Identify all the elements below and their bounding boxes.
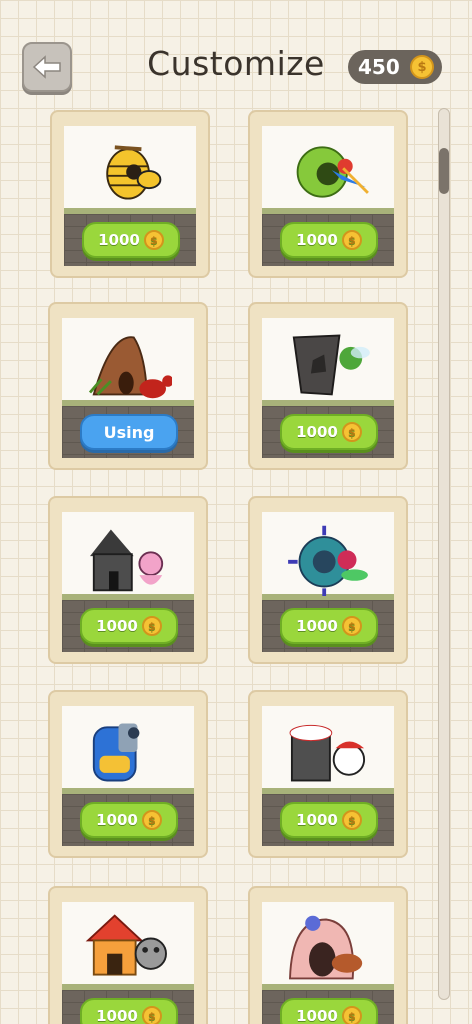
shop-item-card[interactable]: 1000 $ [248, 690, 408, 858]
trash-bag-fly-icon [292, 334, 370, 396]
space-pod-icon [288, 525, 368, 596]
price-label: 1000 [96, 617, 138, 635]
shop-item-card[interactable]: Using [48, 302, 208, 470]
shop-item-card[interactable]: 1000 $ [248, 110, 408, 278]
price-label: 1000 [296, 1007, 338, 1024]
item-grid: 1000 $1000 $ Using 1000 $1000 $1000 $1000 $1000 $… [0, 0, 472, 1024]
shop-item-card[interactable]: 1000 $ [48, 886, 208, 1024]
haunted-house-icon [90, 529, 164, 592]
buy-button[interactable]: 1000 $ [80, 608, 178, 644]
price-label: 1000 [98, 231, 140, 249]
anthill-ant-icon [88, 336, 172, 399]
item-preview: 1000 $ [262, 902, 394, 1024]
coin-icon: $ [341, 1006, 362, 1024]
shop-item-card[interactable]: 1000 $ [50, 110, 210, 278]
price-label: 1000 [96, 811, 138, 829]
price-label: 1000 [296, 617, 338, 635]
coin-icon: $ [143, 230, 164, 250]
backpack-icon [92, 723, 140, 782]
buy-button[interactable]: 1000 $ [280, 222, 378, 258]
shop-item-card[interactable]: 1000 $ [248, 302, 408, 470]
item-preview: 1000 $ [64, 126, 196, 266]
using-button[interactable]: Using [80, 414, 178, 450]
price-label: 1000 [296, 811, 338, 829]
buy-button[interactable]: 1000 $ [80, 802, 178, 838]
coin-icon: $ [141, 1006, 162, 1024]
buy-button[interactable]: 1000 $ [82, 222, 180, 258]
price-label: 1000 [296, 423, 338, 441]
price-label: 1000 [96, 1007, 138, 1024]
buy-button[interactable]: 1000 $ [80, 998, 178, 1024]
item-preview: Using [62, 318, 194, 458]
item-preview: 1000 $ [62, 706, 194, 846]
item-preview: 1000 $ [262, 512, 394, 652]
coin-icon: $ [341, 422, 362, 442]
coin-icon: $ [341, 810, 362, 830]
buy-button[interactable]: 1000 $ [280, 414, 378, 450]
coin-icon: $ [341, 230, 362, 250]
shop-item-card[interactable]: 1000 $ [248, 496, 408, 664]
item-preview: 1000 $ [262, 126, 394, 266]
item-preview: 1000 $ [262, 318, 394, 458]
dog-house-icon [85, 914, 167, 976]
pink-shelter-icon [289, 915, 363, 980]
item-preview: 1000 $ [262, 706, 394, 846]
beehive-bird-icon [106, 145, 162, 200]
coin-icon: $ [341, 616, 362, 636]
coin-icon: $ [141, 810, 162, 830]
buy-button[interactable]: 1000 $ [280, 802, 378, 838]
buy-button[interactable]: 1000 $ [280, 608, 378, 644]
shop-item-card[interactable]: 1000 $ [48, 496, 208, 664]
coin-icon: $ [141, 616, 162, 636]
buy-button[interactable]: 1000 $ [280, 998, 378, 1024]
shop-item-card[interactable]: 1000 $ [48, 690, 208, 858]
shop-item-card[interactable]: 1000 $ [248, 886, 408, 1024]
price-label: 1000 [296, 231, 338, 249]
trash-bin-baseball-icon [289, 724, 366, 782]
item-preview: 1000 $ [62, 902, 194, 1024]
leaf-nest-bird-icon [296, 146, 369, 198]
item-preview: 1000 $ [62, 512, 194, 652]
